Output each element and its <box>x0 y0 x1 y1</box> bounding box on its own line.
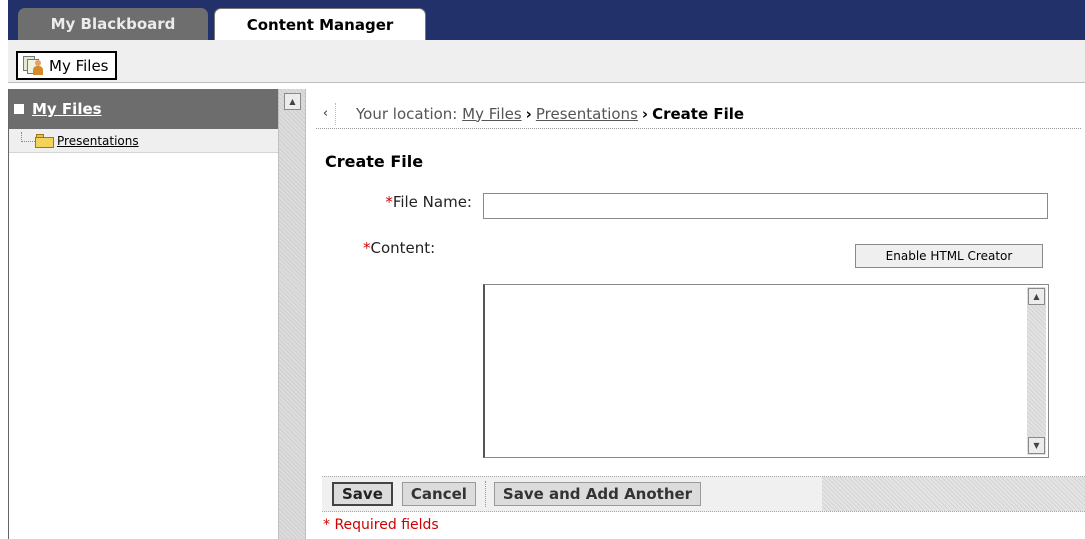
page-title: Create File <box>325 152 424 171</box>
tree-item-presentations[interactable]: Presentations <box>9 129 278 153</box>
save-and-add-another-button[interactable]: Save and Add Another <box>493 482 702 506</box>
tree-item-label[interactable]: Presentations <box>57 134 139 148</box>
enable-html-creator-button[interactable]: Enable HTML Creator <box>855 244 1043 268</box>
breadcrumb-link-my-files[interactable]: My Files <box>462 105 522 123</box>
breadcrumb-prefix: Your location: <box>356 104 458 123</box>
breadcrumb-trail: Your location: My Files › Presentations › Cr… <box>356 105 744 123</box>
action-bar-fill <box>822 477 1085 511</box>
square-bullet-icon <box>14 104 24 114</box>
my-files-label: My Files <box>49 56 109 75</box>
required-marker: * <box>363 239 371 257</box>
file-name-input[interactable] <box>483 193 1048 219</box>
save-button[interactable]: Save <box>332 482 393 506</box>
breadcrumb-separator-icon: › <box>641 104 649 123</box>
action-bar: Save Cancel Save and Add Another <box>322 476 1085 512</box>
panel-scrollbar[interactable]: ▲ <box>278 89 306 539</box>
file-tree-header-link[interactable]: My Files <box>32 100 102 118</box>
main-content: ‹ Your location: My Files › Presentations ›… <box>306 89 1085 539</box>
tab-content-manager[interactable]: Content Manager <box>214 8 426 40</box>
required-marker: * <box>385 193 393 211</box>
file-name-label: *File Name: <box>385 193 472 211</box>
folder-icon <box>35 133 55 148</box>
back-arrow-icon[interactable]: ‹ <box>316 102 336 125</box>
breadcrumb-separator-icon: › <box>525 104 532 123</box>
content-scrollbar[interactable]: ▲ ▼ <box>1027 287 1046 455</box>
scroll-up-icon[interactable]: ▲ <box>1028 288 1045 305</box>
content-textarea[interactable]: ▲ ▼ <box>483 284 1049 458</box>
scroll-up-icon[interactable]: ▲ <box>284 93 301 110</box>
sub-toolbar: My Files <box>8 40 1085 83</box>
content-label-text: Content: <box>370 239 436 257</box>
action-separator <box>484 481 486 507</box>
my-files-icon <box>22 55 44 76</box>
content-label: *Content: <box>363 239 435 257</box>
scroll-down-icon[interactable]: ▼ <box>1028 437 1045 454</box>
cancel-button[interactable]: Cancel <box>401 482 476 506</box>
my-files-button[interactable]: My Files <box>16 51 117 80</box>
breadcrumb: ‹ Your location: My Files › Presentations ›… <box>316 99 1081 129</box>
breadcrumb-link-presentations[interactable]: Presentations <box>536 105 638 123</box>
tree-connector-icon <box>21 131 35 142</box>
tab-bar: My Blackboard Content Manager <box>0 0 1085 40</box>
file-name-label-text: File Name: <box>392 193 472 211</box>
tab-my-blackboard[interactable]: My Blackboard <box>18 8 208 40</box>
file-tree-header: My Files <box>9 89 278 129</box>
breadcrumb-current: Create File <box>652 104 745 123</box>
file-tree-panel: My Files Presentations <box>8 89 278 539</box>
tab-bar-edge <box>0 0 8 40</box>
required-fields-note: * Required fields <box>323 517 439 533</box>
